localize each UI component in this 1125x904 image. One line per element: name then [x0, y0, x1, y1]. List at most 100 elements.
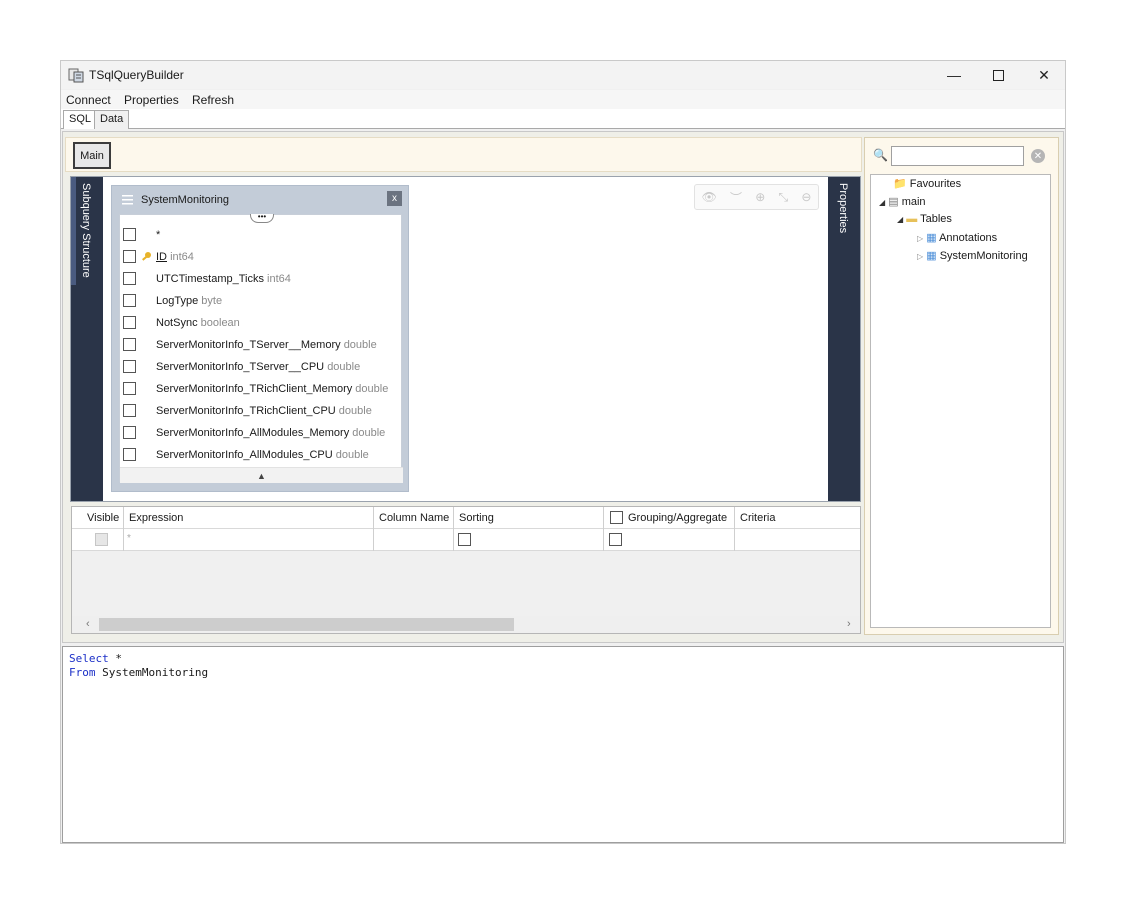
clear-search-icon[interactable]: ✕: [1031, 149, 1045, 163]
field-row[interactable]: *: [120, 224, 403, 246]
maximize-button[interactable]: [975, 61, 1021, 89]
subquery-structure-panel[interactable]: Subquery Structure: [71, 177, 103, 501]
field-checkbox[interactable]: [123, 228, 136, 241]
eye-icon[interactable]: 👁: [702, 190, 717, 204]
column-criteria[interactable]: Criteria: [735, 507, 860, 529]
field-row[interactable]: ServerMonitorInfo_AllModules_Memory doub…: [120, 422, 403, 444]
cell-visible[interactable]: [82, 529, 124, 551]
tree-item-favourites[interactable]: 📁 Favourites: [893, 177, 961, 190]
field-checkbox[interactable]: [123, 272, 136, 285]
table-row[interactable]: *: [72, 529, 860, 551]
table-header[interactable]: SystemMonitoring x: [112, 186, 408, 214]
field-label: ServerMonitorInfo_AllModules_CPU double: [156, 449, 369, 461]
field-row[interactable]: ServerMonitorInfo_TRichClient_Memory dou…: [120, 378, 403, 400]
sql-editor[interactable]: Select * From SystemMonitoring: [62, 646, 1064, 843]
collapse-arrow-icon[interactable]: ◢: [879, 198, 885, 207]
field-row[interactable]: LogType byte: [120, 290, 403, 312]
field-row[interactable]: ServerMonitorInfo_TRichClient_CPU double: [120, 400, 403, 422]
field-type: int64: [170, 251, 194, 263]
cell-sorting[interactable]: [454, 529, 604, 551]
column-grouping[interactable]: Grouping/Aggregate: [604, 507, 735, 529]
field-checkbox[interactable]: [123, 338, 136, 351]
zoom-in-icon[interactable]: ⊕: [755, 190, 765, 204]
grouping-checkbox[interactable]: [610, 511, 623, 524]
field-checkbox[interactable]: [123, 448, 136, 461]
field-checkbox[interactable]: [123, 426, 136, 439]
tree-item-main[interactable]: ◢ ▤ main: [879, 195, 926, 208]
table-close-icon[interactable]: x: [387, 191, 402, 206]
field-checkbox[interactable]: [123, 294, 136, 307]
field-row[interactable]: ServerMonitorInfo_AllModules_CPU double: [120, 444, 403, 466]
tree-item-label: main: [901, 196, 926, 208]
menu-refresh[interactable]: Refresh: [192, 93, 234, 107]
zoom-out-icon[interactable]: ⊖: [801, 190, 811, 204]
column-visible[interactable]: Visible: [82, 507, 124, 529]
cell-column-name[interactable]: [374, 529, 454, 551]
cell-expression[interactable]: *: [124, 529, 374, 551]
field-checkbox[interactable]: [123, 382, 136, 395]
menu-bar: Connect Properties Refresh: [61, 90, 1065, 109]
menu-connect[interactable]: Connect: [66, 93, 111, 107]
key-icon: [142, 252, 151, 261]
expand-arrow-icon[interactable]: ▷: [917, 252, 923, 261]
tab-data[interactable]: Data: [94, 110, 130, 129]
sql-line-1: Select *: [69, 652, 122, 665]
menu-icon[interactable]: [122, 195, 133, 205]
scroll-up-button[interactable]: ▲: [120, 467, 403, 483]
field-row[interactable]: UTCTimestamp_Ticks int64: [120, 268, 403, 290]
subquery-strip: Main: [65, 137, 862, 172]
field-name: ServerMonitorInfo_AllModules_Memory: [156, 427, 350, 439]
grouping-checkbox[interactable]: [609, 533, 622, 546]
tab-sql[interactable]: SQL: [63, 110, 98, 129]
properties-panel[interactable]: Properties: [828, 177, 860, 501]
minimize-button[interactable]: —: [931, 61, 977, 89]
field-type: int64: [267, 273, 291, 285]
visible-checkbox[interactable]: [95, 533, 108, 546]
eye-closed-icon[interactable]: ︶: [730, 189, 742, 206]
field-name: ServerMonitorInfo_TServer__CPU: [156, 361, 325, 373]
field-name: LogType: [156, 295, 199, 307]
fit-icon[interactable]: ⤡: [779, 190, 789, 205]
field-name: *: [156, 229, 161, 241]
sql-text: *: [108, 652, 122, 665]
field-type: double: [352, 427, 386, 439]
window-title: TSqlQueryBuilder: [89, 68, 184, 82]
design-canvas[interactable]: Subquery Structure Properties 👁 ︶ ⊕ ⤡ ⊖: [70, 176, 861, 502]
cell-criteria[interactable]: [735, 529, 860, 551]
scroll-thumb[interactable]: [99, 618, 514, 631]
tree-item-tables[interactable]: ◢ ▬ Tables: [897, 213, 952, 225]
field-label: LogType byte: [156, 295, 222, 307]
field-checkbox[interactable]: [123, 360, 136, 373]
column-sorting[interactable]: Sorting: [454, 507, 604, 529]
field-row[interactable]: ServerMonitorInfo_TServer__Memory double: [120, 334, 403, 356]
subquery-structure-label: Subquery Structure: [80, 183, 92, 278]
object-tree: 📁 Favourites ◢ ▤ main ◢ ▬ Tables ▷ ▦ Ann…: [870, 174, 1051, 628]
sorting-checkbox[interactable]: [458, 533, 471, 546]
more-handle[interactable]: •••: [250, 213, 274, 223]
column-column-name[interactable]: Column Name: [374, 507, 454, 529]
main-query-button[interactable]: Main: [73, 142, 111, 169]
field-label: ServerMonitorInfo_TServer__CPU double: [156, 361, 360, 373]
table-systemmonitoring[interactable]: SystemMonitoring x ••• * ID int64 UTCTim…: [111, 185, 409, 492]
scroll-left-icon[interactable]: ‹: [86, 618, 90, 630]
field-row[interactable]: NotSync boolean: [120, 312, 403, 334]
search-input[interactable]: [891, 146, 1024, 166]
horizontal-scrollbar[interactable]: ‹ ›: [72, 616, 860, 633]
scroll-right-icon[interactable]: ›: [847, 618, 851, 630]
tree-item-systemmonitoring[interactable]: ▷ ▦ SystemMonitoring: [917, 249, 1028, 262]
field-checkbox[interactable]: [123, 250, 136, 263]
collapse-arrow-icon[interactable]: ◢: [897, 215, 903, 224]
field-row[interactable]: ServerMonitorInfo_TServer__CPU double: [120, 356, 403, 378]
cell-grouping[interactable]: [604, 529, 735, 551]
field-type: double: [335, 449, 369, 461]
field-checkbox[interactable]: [123, 404, 136, 417]
field-checkbox[interactable]: [123, 316, 136, 329]
app-window: TSqlQueryBuilder — ✕ Connect Properties …: [60, 60, 1066, 844]
field-row[interactable]: ID int64: [120, 246, 403, 268]
expand-arrow-icon[interactable]: ▷: [917, 234, 923, 243]
close-button[interactable]: ✕: [1021, 61, 1067, 89]
menu-properties[interactable]: Properties: [124, 93, 179, 107]
tree-item-annotations[interactable]: ▷ ▦ Annotations: [917, 231, 997, 244]
database-icon: ▤: [888, 196, 899, 208]
column-expression[interactable]: Expression: [124, 507, 374, 529]
